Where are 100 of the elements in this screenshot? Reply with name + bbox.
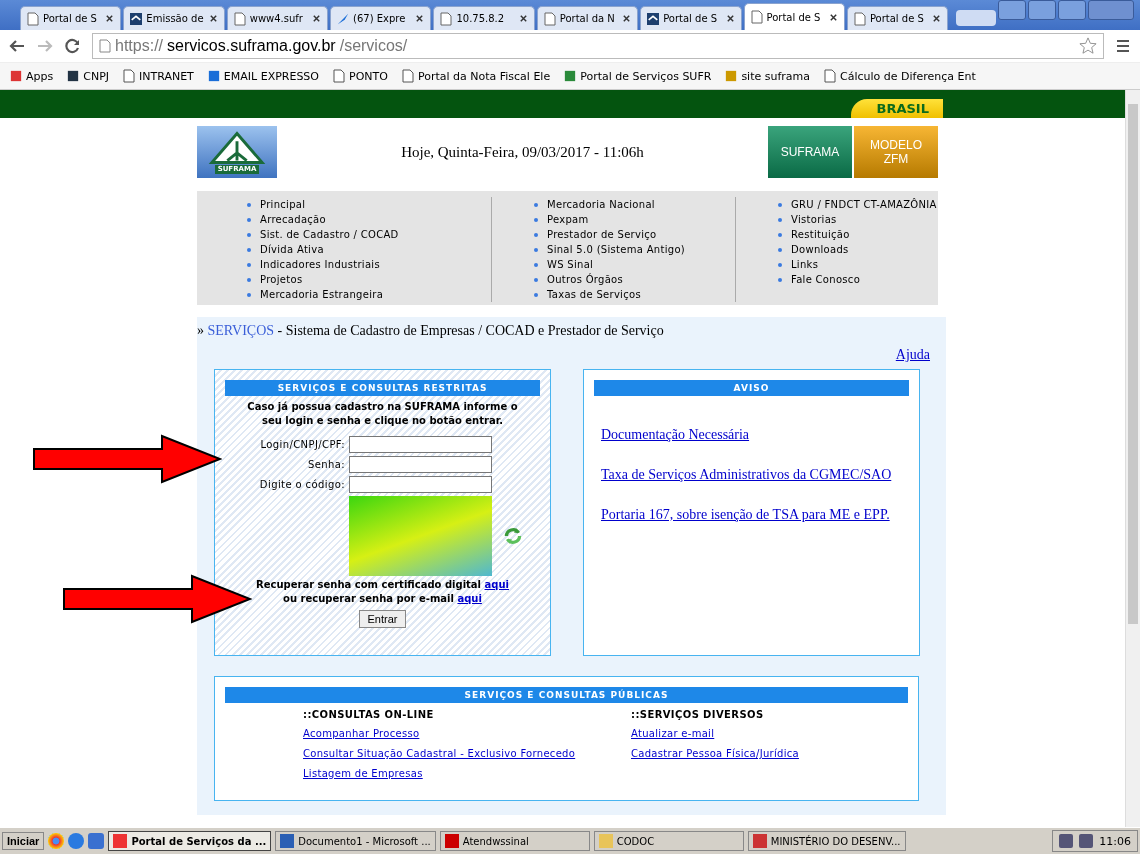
menu-link[interactable]: Indicadores Industriais xyxy=(247,257,491,272)
page-icon xyxy=(233,11,246,26)
service-link[interactable]: Atualizar e-mail xyxy=(631,724,908,744)
menu-link[interactable]: Sinal 5.0 (Sistema Antigo) xyxy=(534,242,735,257)
favicon-icon xyxy=(725,69,738,83)
field-label: Digite o código: xyxy=(259,478,345,490)
menu-link[interactable]: Mercadoria Estrangeira xyxy=(247,287,491,302)
bookmark-link[interactable]: site suframa xyxy=(725,69,811,83)
menu-link[interactable]: Dívida Ativa xyxy=(247,242,491,257)
notice-link[interactable]: Taxa de Serviços Administrativos da CGMEC/SAO xyxy=(601,464,901,485)
taskbar-item[interactable]: Atendwssinal xyxy=(439,831,590,851)
page-icon xyxy=(123,69,136,83)
page-icon xyxy=(543,11,556,26)
column-heading: ::SERVIÇOS DIVERSOS xyxy=(631,709,765,720)
bookmark-link[interactable]: Apps xyxy=(10,69,54,83)
page-icon xyxy=(401,69,414,83)
favicon-icon xyxy=(67,69,80,83)
browser-tab[interactable]: Portal de S xyxy=(640,6,742,30)
column-heading: ::CONSULTAS ON-LINE xyxy=(303,709,435,720)
field-label: Senha: xyxy=(307,458,345,470)
browser-tab[interactable]: Portal de S xyxy=(20,6,122,30)
page-icon xyxy=(99,39,111,53)
browser-icon[interactable] xyxy=(48,833,65,849)
menu-link[interactable]: Links xyxy=(778,257,938,272)
enter-button[interactable]: Entrar xyxy=(358,610,407,628)
date-text: Hoje, Quinta-Feira, 09/03/2017 - 11:06h xyxy=(400,143,645,161)
browser-tab[interactable]: 10.75.8.2 xyxy=(433,6,535,30)
menu-link[interactable]: Mercadoria Nacional xyxy=(534,197,735,212)
browser-tab[interactable]: Portal de S xyxy=(743,3,845,30)
input-field[interactable] xyxy=(349,475,492,493)
panel-title: SERVIÇOS E CONSULTAS RESTRITAS xyxy=(225,380,540,396)
page-icon xyxy=(27,11,39,26)
favicon-icon xyxy=(10,69,22,83)
notice-link[interactable]: Portaria 167, sobre isenção de TSA para ME e EPP. xyxy=(601,504,901,525)
panel-title: AVISO xyxy=(594,380,909,396)
menu-link[interactable]: Projetos xyxy=(247,272,491,287)
help-link[interactable]: Ajuda xyxy=(895,347,930,362)
start-button[interactable]: Iniciar xyxy=(2,832,45,850)
brasil-badge[interactable]: BRASIL xyxy=(850,99,943,118)
globe-icon[interactable] xyxy=(68,833,85,849)
service-link[interactable]: Cadastrar Pessoa Física/Jurídica xyxy=(631,744,908,764)
menu-link[interactable]: WS Sinal xyxy=(534,257,735,272)
breadcrumb-link[interactable]: SERVIÇOS xyxy=(207,323,275,338)
bookmark-link[interactable]: Portal de Serviços SUFR xyxy=(564,69,712,83)
page-icon xyxy=(440,11,453,26)
refresh-icon[interactable] xyxy=(502,525,524,547)
bookmark-link[interactable]: PONTO xyxy=(333,69,388,83)
reload-icon[interactable] xyxy=(64,37,82,55)
menu-link[interactable]: Arrecadação xyxy=(247,212,491,227)
input-field[interactable] xyxy=(349,455,492,473)
service-link[interactable]: Consultar Situação Cadastral - Exclusivo Fornecedo xyxy=(303,744,631,764)
browser-tab[interactable]: Emissão de xyxy=(123,6,225,30)
service-link[interactable]: Listagem de Empresas xyxy=(303,764,631,784)
menu-link[interactable]: Principal xyxy=(247,197,491,212)
recover-text: Recuperar senha com certificado digital aqui xyxy=(255,579,510,590)
help-icon[interactable] xyxy=(1059,834,1074,848)
notice-link[interactable]: Documentação Necessária xyxy=(601,424,901,445)
bookmark-link[interactable]: Portal da Nota Fiscal Ele xyxy=(401,69,551,83)
menu-link[interactable]: Outros Órgãos xyxy=(534,272,735,287)
page-icon xyxy=(750,10,763,24)
menu-link[interactable]: GRU / FNDCT CT-AMAZÔNIA xyxy=(778,197,938,212)
header-button[interactable]: SUFRAMA xyxy=(768,126,852,178)
page-icon xyxy=(333,69,345,83)
site-icon xyxy=(647,11,660,26)
breadcrumb-separator: » xyxy=(197,323,204,338)
favicon-icon xyxy=(564,69,577,83)
menu-link[interactable]: Prestador de Serviço xyxy=(534,227,735,242)
taskbar-item[interactable]: Documento1 - Microsoft ... xyxy=(275,831,436,851)
panel-title: SERVIÇOS E CONSULTAS PÚBLICAS xyxy=(225,687,908,703)
page-icon xyxy=(824,69,837,83)
menu-link[interactable]: Pexpam xyxy=(534,212,735,227)
taskbar-item[interactable]: MINISTÉRIO DO DESENV... xyxy=(747,831,906,851)
menu-link[interactable]: Sist. de Cadastro / COCAD xyxy=(247,227,491,242)
browser-tab[interactable]: (67) Expre xyxy=(330,6,432,30)
menu-link[interactable]: Fale Conosco xyxy=(778,272,938,287)
here-link[interactable]: aqui xyxy=(457,593,482,604)
bookmark-link[interactable]: INTRANET xyxy=(123,69,194,83)
menu-icon[interactable] xyxy=(1114,37,1132,55)
menu-link[interactable]: Downloads xyxy=(778,242,938,257)
browser-tab[interactable]: www4.sufr xyxy=(226,6,329,30)
taskbar-item[interactable]: Portal de Serviços da ... xyxy=(108,831,272,851)
input-field[interactable] xyxy=(349,435,492,453)
scrollbar[interactable] xyxy=(1125,90,1140,827)
network-icon[interactable] xyxy=(1079,834,1094,848)
star-icon[interactable] xyxy=(1079,37,1097,55)
menu-link[interactable]: Vistorias xyxy=(778,212,938,227)
bookmark-link[interactable]: CNPJ xyxy=(67,69,110,83)
here-link[interactable]: aqui xyxy=(484,579,509,590)
site-icon xyxy=(130,11,143,26)
bookmark-link[interactable]: Cálculo de Diferença Ent xyxy=(824,69,976,83)
menu-link[interactable]: Restituição xyxy=(778,227,938,242)
service-link[interactable]: Acompanhar Processo xyxy=(303,724,631,744)
menu-link[interactable]: Taxas de Serviços xyxy=(534,287,735,302)
app-icon[interactable] xyxy=(88,833,105,849)
browser-tab[interactable]: Portal de S xyxy=(846,6,949,30)
intro-text: Caso já possua cadastro na SUFRAMA informe o seu login e senha e clique no botão entrar. xyxy=(246,400,519,428)
browser-tab[interactable]: Portal da N xyxy=(536,6,639,30)
bookmark-link[interactable]: EMAIL EXPRESSO xyxy=(207,69,319,83)
address-field[interactable]: https:// servicos.suframa.gov.br /servicos/ xyxy=(92,33,1104,59)
taskbar-item[interactable]: CODOC xyxy=(593,831,744,851)
